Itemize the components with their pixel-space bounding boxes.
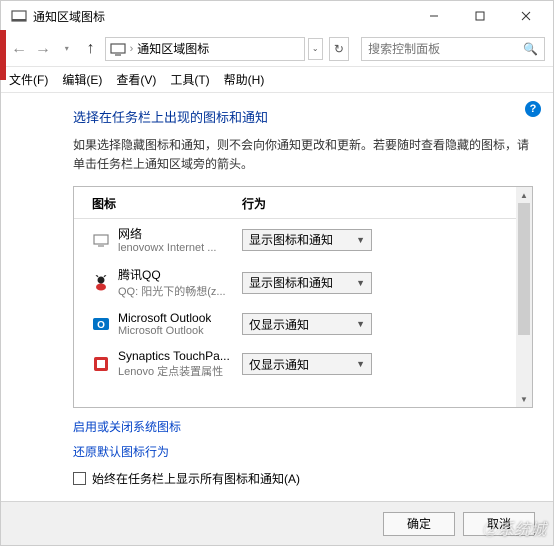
svg-text:O: O xyxy=(97,320,105,331)
app-subtitle: Microsoft Outlook xyxy=(118,325,211,337)
menu-view[interactable]: 查看(V) xyxy=(116,71,156,88)
address-dropdown[interactable]: ⌄ xyxy=(308,38,323,60)
accent-strip xyxy=(0,30,6,80)
app-title: Microsoft Outlook xyxy=(118,311,211,325)
menu-tools[interactable]: 工具(T) xyxy=(170,71,209,88)
behavior-dropdown[interactable]: 仅显示通知 ▼ xyxy=(242,313,372,335)
scroll-track[interactable] xyxy=(516,203,532,391)
page-heading: 选择在任务栏上出现的图标和通知 xyxy=(73,107,533,126)
app-title: 腾讯QQ xyxy=(118,266,226,283)
breadcrumb-separator: › xyxy=(130,43,134,55)
column-action: 行为 xyxy=(242,195,498,212)
app-icon xyxy=(92,355,110,373)
behavior-value: 显示图标和通知 xyxy=(249,274,333,291)
maximize-button[interactable] xyxy=(457,1,503,31)
content-area: ? 选择在任务栏上出现的图标和通知 如果选择隐藏图标和通知，则不会向你通知更改和… xyxy=(1,93,553,501)
behavior-value: 仅显示通知 xyxy=(249,356,309,373)
scrollbar[interactable]: ▲ ▼ xyxy=(516,187,532,407)
address-bar[interactable]: › 通知区域图标 xyxy=(105,37,305,61)
behavior-dropdown[interactable]: 仅显示通知 ▼ xyxy=(242,353,372,375)
menu-help[interactable]: 帮助(H) xyxy=(224,71,265,88)
page-description: 如果选择隐藏图标和通知，则不会向你通知更改和更新。若要随时查看隐藏的图标，请单击… xyxy=(73,136,533,174)
list-item: Synaptics TouchPa...Lenovo 定点装置属性 仅显示通知 ▼ xyxy=(74,343,516,385)
list-body: 网络lenovowx Internet ...显示图标和通知▼腾讯QQQQ: 阳… xyxy=(74,219,516,407)
window-title: 通知区域图标 xyxy=(33,8,105,25)
up-button[interactable]: ↑ xyxy=(81,37,101,61)
behavior-value: 显示图标和通知 xyxy=(249,231,333,248)
recent-dropdown[interactable]: ▾ xyxy=(57,37,77,61)
app-title: 网络 xyxy=(118,225,216,242)
refresh-button[interactable]: ↻ xyxy=(329,37,349,61)
monitor-icon xyxy=(110,41,126,57)
app-icon xyxy=(92,274,110,292)
search-box[interactable]: 🔍 xyxy=(361,37,545,61)
list-item: O Microsoft OutlookMicrosoft Outlook 仅显示通知… xyxy=(74,305,516,343)
app-subtitle: lenovowx Internet ... xyxy=(118,242,216,254)
always-show-label: 始终在任务栏上显示所有图标和通知(A) xyxy=(92,470,300,487)
window-icon xyxy=(11,8,27,24)
behavior-dropdown[interactable]: 显示图标和通知 ▼ xyxy=(242,229,372,251)
cancel-button[interactable]: 取消 xyxy=(463,512,535,536)
chevron-down-icon: ▼ xyxy=(356,235,365,245)
help-icon[interactable]: ? xyxy=(525,101,541,117)
always-show-checkbox[interactable] xyxy=(73,472,86,485)
ok-button[interactable]: 确定 xyxy=(383,512,455,536)
list-item: 网络lenovowx Internet ... 显示图标和通知 ▼ xyxy=(74,219,516,260)
forward-button[interactable]: → xyxy=(33,37,53,61)
breadcrumb-text: 通知区域图标 xyxy=(137,40,209,57)
list-header: 图标 行为 xyxy=(74,187,516,219)
link-system-icons[interactable]: 启用或关闭系统图标 xyxy=(73,418,533,435)
navigation-toolbar: ← → ▾ ↑ › 通知区域图标 ⌄ ↻ 🔍 xyxy=(1,31,553,67)
behavior-dropdown[interactable]: 显示图标和通知 ▼ xyxy=(242,272,372,294)
chevron-down-icon: ▼ xyxy=(356,278,365,288)
app-subtitle: QQ: 阳光下的畅想(z... xyxy=(118,283,226,299)
footer: 确定 取消 ②系统城 xyxy=(1,501,553,545)
search-icon: 🔍 xyxy=(523,42,538,56)
chevron-down-icon: ▼ xyxy=(356,319,365,329)
scroll-down-icon[interactable]: ▼ xyxy=(516,391,532,407)
search-input[interactable] xyxy=(368,42,523,56)
app-subtitle: Lenovo 定点装置属性 xyxy=(118,363,230,379)
scroll-thumb[interactable] xyxy=(518,203,530,335)
behavior-value: 仅显示通知 xyxy=(249,316,309,333)
app-title: Synaptics TouchPa... xyxy=(118,349,230,363)
chevron-down-icon: ▼ xyxy=(356,359,365,369)
app-icon xyxy=(92,231,110,249)
minimize-button[interactable] xyxy=(411,1,457,31)
column-icon: 图标 xyxy=(92,195,242,212)
link-restore-defaults[interactable]: 还原默认图标行为 xyxy=(73,443,533,460)
list-item: 腾讯QQQQ: 阳光下的畅想(z... 显示图标和通知 ▼ xyxy=(74,260,516,305)
control-panel-window: 通知区域图标 ← → ▾ ↑ › 通知区域图标 ⌄ ↻ 🔍 文件(F) 编辑(E… xyxy=(0,0,554,546)
back-button[interactable]: ← xyxy=(9,37,29,61)
always-show-checkbox-row: 始终在任务栏上显示所有图标和通知(A) xyxy=(73,470,533,487)
scroll-up-icon[interactable]: ▲ xyxy=(516,187,532,203)
menu-edit[interactable]: 编辑(E) xyxy=(62,71,102,88)
app-icon: O xyxy=(92,315,110,333)
titlebar: 通知区域图标 xyxy=(1,1,553,31)
close-button[interactable] xyxy=(503,1,549,31)
icon-list-frame: 图标 行为 网络lenovowx Internet ...显示图标和通知▼腾讯Q… xyxy=(73,186,533,408)
menubar: 文件(F) 编辑(E) 查看(V) 工具(T) 帮助(H) xyxy=(1,67,553,93)
menu-file[interactable]: 文件(F) xyxy=(9,71,48,88)
